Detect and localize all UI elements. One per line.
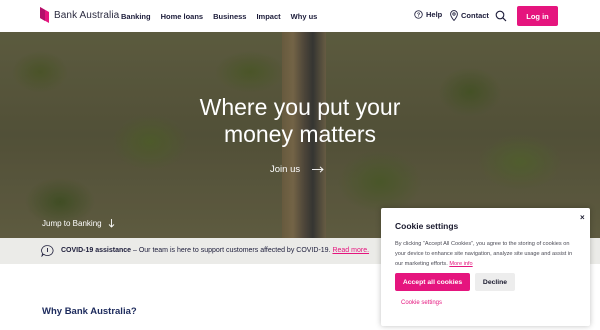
arrow-right-icon (312, 166, 324, 173)
join-us-link[interactable]: Join us (270, 164, 324, 175)
svg-text:?: ? (417, 13, 420, 19)
site-header: Bank Australia Banking Home loans Busine… (0, 0, 600, 32)
close-icon[interactable]: × (580, 213, 585, 222)
hero-title: Where you put your money matters (199, 94, 401, 147)
nav-impact[interactable]: Impact (256, 12, 280, 21)
nav-home-loans[interactable]: Home loans (161, 12, 204, 21)
covid-notice-text: COVID-19 assistance – Our team is here t… (61, 247, 370, 254)
help-link[interactable]: ? Help (414, 10, 442, 19)
jump-label: Jump to Banking (42, 219, 102, 228)
help-label: Help (426, 10, 443, 19)
accept-all-cookies-button[interactable]: Accept all cookies (395, 273, 470, 291)
main-nav: Banking Home loans Business Impact Why u… (121, 12, 317, 21)
cookie-body-text: By clicking “Accept All Cookies”, you ag… (395, 241, 573, 267)
section-heading: Why Bank Australia? (42, 306, 137, 317)
arrow-down-icon (108, 219, 114, 228)
decline-button[interactable]: Decline (475, 273, 515, 291)
nav-banking[interactable]: Banking (121, 12, 151, 21)
bank-australia-logo-icon (40, 7, 49, 23)
more-info-link[interactable]: More info (449, 261, 472, 267)
cookie-settings-link[interactable]: Cookie settings (401, 300, 442, 306)
info-speech-bubble-icon (41, 245, 54, 257)
nav-business[interactable]: Business (213, 12, 246, 21)
nav-why-us[interactable]: Why us (291, 12, 318, 21)
contact-label: Contact (461, 11, 489, 20)
cookie-title: Cookie settings (395, 221, 459, 231)
contact-link[interactable]: Contact (450, 10, 489, 21)
login-button[interactable]: Log in (517, 6, 558, 26)
jump-to-banking-link[interactable]: Jump to Banking (42, 219, 115, 228)
search-icon[interactable] (495, 10, 507, 22)
brand-name: Bank Australia (54, 9, 120, 21)
location-pin-icon (450, 10, 458, 21)
help-icon: ? (414, 10, 423, 19)
join-us-label: Join us (270, 164, 301, 175)
read-more-link[interactable]: Read more. (332, 247, 369, 254)
brand-logo[interactable]: Bank Australia (40, 7, 119, 23)
covid-notice-bold: COVID-19 assistance (61, 247, 132, 254)
cookie-dialog: Cookie settings × By clicking “Accept Al… (381, 208, 590, 326)
